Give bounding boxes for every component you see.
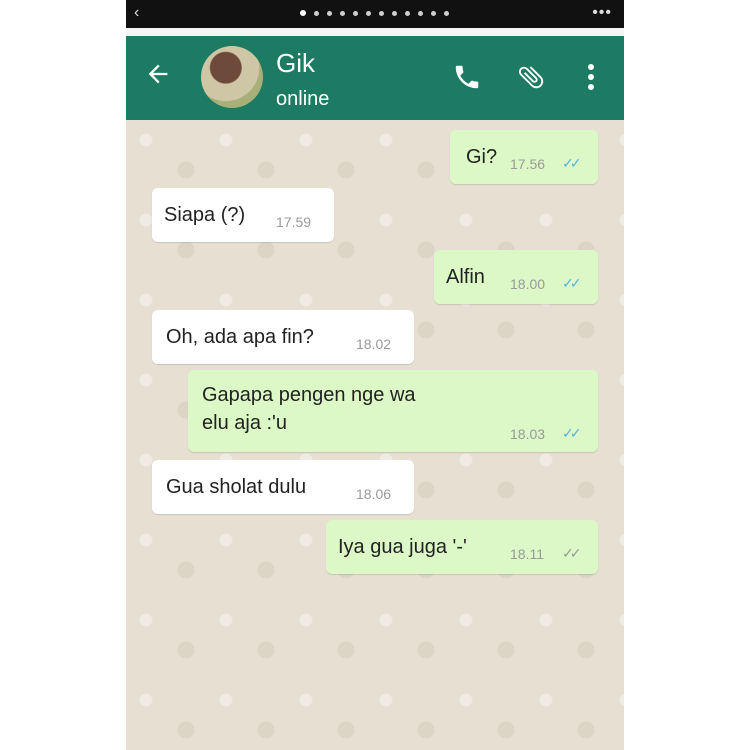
contact-status: online xyxy=(276,88,330,110)
phone-icon[interactable] xyxy=(452,62,482,92)
contact-name[interactable]: Gik xyxy=(276,48,315,79)
phone-screen: ‹ ••• Gik online Gi? 17.56 ✓✓ Siapa (?) … xyxy=(126,0,624,750)
avatar[interactable] xyxy=(201,46,263,108)
more-horizontal-icon[interactable]: ••• xyxy=(592,4,612,22)
divider xyxy=(126,28,624,36)
arrow-left-icon[interactable] xyxy=(144,60,172,88)
message-text: Gi? xyxy=(466,146,498,168)
message-text: Iya gua juga '-' xyxy=(338,536,467,558)
message-outgoing[interactable]: Alfin 18.00 ✓✓ xyxy=(434,250,598,304)
double-check-icon: ✓✓ xyxy=(562,545,582,561)
message-incoming[interactable]: Siapa (?) 17.59 xyxy=(152,188,334,242)
browser-top-bar: ‹ ••• xyxy=(126,0,624,28)
message-text: Gua sholat dulu xyxy=(166,476,307,498)
page-indicator xyxy=(300,10,449,16)
double-check-icon: ✓✓ xyxy=(562,155,582,171)
message-time: 17.56 xyxy=(510,156,546,172)
message-incoming[interactable]: Gua sholat dulu 18.06 xyxy=(152,460,414,514)
message-incoming[interactable]: Oh, ada apa fin? 18.02 xyxy=(152,310,414,364)
double-check-icon: ✓✓ xyxy=(562,425,582,441)
paperclip-icon[interactable] xyxy=(516,62,546,92)
double-check-icon: ✓✓ xyxy=(562,275,582,291)
message-text-line-1: Gapapa pengen nge wa xyxy=(202,384,416,406)
more-vertical-icon[interactable] xyxy=(581,62,601,92)
chat-area[interactable]: Gi? 17.56 ✓✓ Siapa (?) 17.59 Alfin 18.00… xyxy=(126,120,624,750)
message-time: 18.00 xyxy=(510,276,546,292)
message-time: 17.59 xyxy=(276,214,312,230)
message-outgoing[interactable]: Gapapa pengen nge wa elu aja :'u 18.03 ✓… xyxy=(188,370,598,452)
message-text: Oh, ada apa fin? xyxy=(166,326,314,348)
message-time: 18.11 xyxy=(510,546,544,562)
chat-header: Gik online xyxy=(126,36,624,120)
message-text: Alfin xyxy=(446,266,485,288)
message-time: 18.06 xyxy=(356,486,392,502)
message-outgoing[interactable]: Gi? 17.56 ✓✓ xyxy=(450,130,598,184)
message-time: 18.03 xyxy=(510,426,546,442)
message-text-line-2: elu aja :'u xyxy=(202,412,287,434)
message-time: 18.02 xyxy=(356,336,392,352)
chevron-left-icon[interactable]: ‹ xyxy=(134,4,139,22)
message-text: Siapa (?) xyxy=(164,204,246,226)
message-outgoing[interactable]: Iya gua juga '-' 18.11 ✓✓ xyxy=(326,520,598,574)
